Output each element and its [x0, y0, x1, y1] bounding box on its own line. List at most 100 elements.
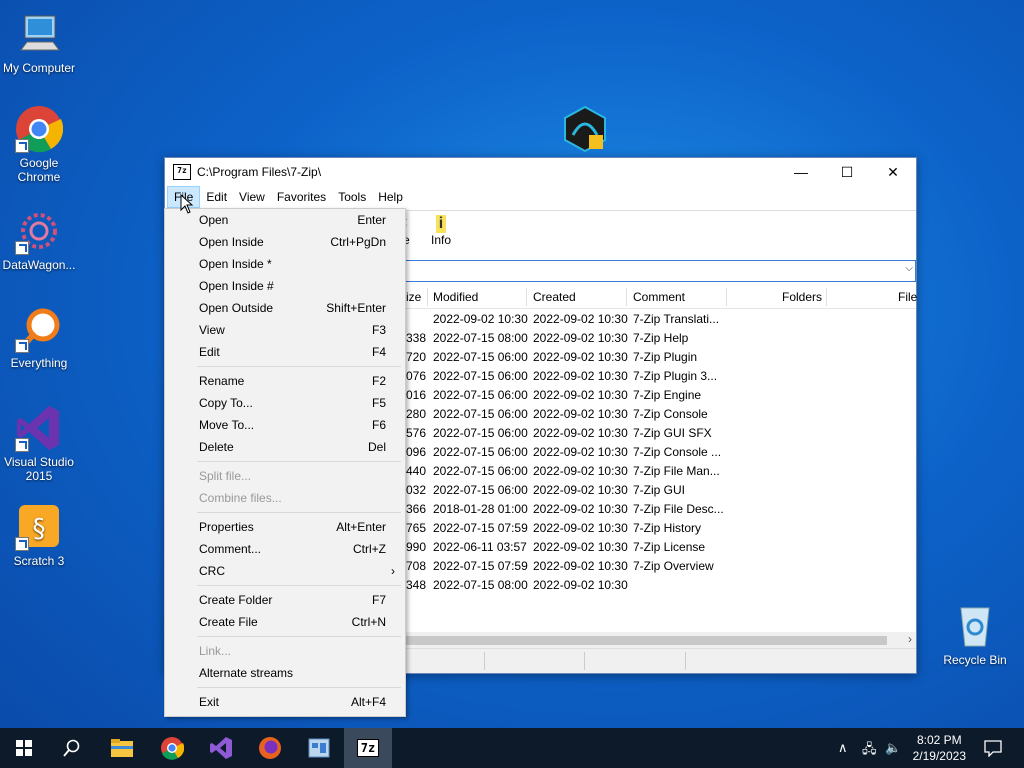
taskbar-chrome[interactable] — [148, 728, 196, 768]
menu-item-label: Properties — [199, 520, 254, 534]
clock-time: 8:02 PM — [916, 733, 962, 747]
minimize-button[interactable]: — — [778, 158, 824, 186]
menu-item-comment[interactable]: Comment... Ctrl+Z — [165, 538, 405, 560]
cell-created: 2022-09-02 10:30 — [533, 369, 628, 383]
datawagon-icon — [15, 207, 63, 255]
column-modified[interactable]: Modified — [433, 290, 478, 304]
cell-created: 2022-09-02 10:30 — [533, 521, 628, 535]
cell-modified: 2022-06-11 03:57 — [433, 540, 527, 554]
menu-tools[interactable]: Tools — [332, 187, 372, 207]
menu-item-link: Link... — [165, 640, 405, 662]
info-button[interactable]: i Info — [431, 215, 451, 247]
menu-view[interactable]: View — [233, 187, 271, 207]
chevron-down-icon[interactable]: ⌵ — [905, 263, 913, 274]
cell-size: 338 — [406, 331, 427, 345]
menu-item-label: CRC — [199, 564, 225, 578]
menu-item-crc[interactable]: CRC › — [165, 560, 405, 582]
menu-item-open[interactable]: Open Enter — [165, 209, 405, 231]
cell-created: 2022-09-02 10:30 — [533, 331, 628, 345]
column-folders[interactable]: Folders — [782, 290, 822, 304]
menu-item-open-inside[interactable]: Open Inside * — [165, 253, 405, 275]
menu-item-alternate-streams[interactable]: Alternate streams — [165, 662, 405, 684]
menu-item-edit[interactable]: Edit F4 — [165, 341, 405, 363]
menu-item-label: Combine files... — [199, 491, 282, 505]
menu-item-create-folder[interactable]: Create Folder F7 — [165, 589, 405, 611]
notification-button[interactable] — [984, 739, 1002, 760]
desktop-icon-recycle-bin[interactable]: Recycle Bin — [937, 602, 1013, 667]
network-icon[interactable]: 🖧 — [862, 740, 877, 762]
menu-item-open-inside[interactable]: Open Inside Ctrl+PgDn — [165, 231, 405, 253]
cell-comment: 7-Zip Plugin 3... — [633, 369, 718, 383]
cell-modified: 2022-07-15 06:00 — [433, 350, 528, 364]
cell-comment: 7-Zip Translati... — [633, 312, 720, 326]
cell-modified: 2022-07-15 06:00 — [433, 369, 528, 383]
cell-size: 280 — [406, 407, 427, 421]
column-files[interactable]: File — [898, 290, 917, 304]
clock[interactable]: 8:02 PM 2/19/2023 — [913, 732, 966, 764]
menu-item-open-outside[interactable]: Open Outside Shift+Enter — [165, 297, 405, 319]
menu-item-view[interactable]: View F3 — [165, 319, 405, 341]
visual-studio-icon — [210, 737, 232, 759]
recycle-bin-icon — [951, 602, 999, 650]
firefox-icon — [259, 737, 281, 759]
computer-icon — [15, 10, 63, 58]
menu-item-move-to[interactable]: Move To... F6 — [165, 414, 405, 436]
menu-item-shortcut: Ctrl+Z — [353, 542, 386, 556]
visual-studio-icon — [15, 404, 63, 452]
menu-item-label: Open Inside * — [199, 257, 272, 271]
menu-item-copy-to[interactable]: Copy To... F5 — [165, 392, 405, 414]
search-button[interactable] — [48, 728, 96, 768]
cell-created: 2022-09-02 10:30 — [533, 407, 628, 421]
menu-help[interactable]: Help — [372, 187, 409, 207]
cell-created: 2022-09-02 10:30 — [533, 559, 628, 573]
taskbar-app[interactable] — [295, 728, 343, 768]
chevron-right-icon[interactable]: › — [908, 632, 912, 646]
close-button[interactable]: ✕ — [870, 158, 916, 186]
column-size[interactable]: ize — [406, 290, 421, 304]
desktop-icon-chrome[interactable]: Google Chrome — [1, 105, 77, 184]
menu-item-rename[interactable]: Rename F2 — [165, 370, 405, 392]
title-bar[interactable]: 7z C:\Program Files\7-Zip\ — ☐ ✕ — [165, 158, 916, 186]
desktop-icon-datawagon[interactable]: DataWagon... — [1, 207, 77, 272]
taskbar-visual-studio[interactable] — [197, 728, 245, 768]
desktop-icon-label: Google Chrome — [17, 156, 61, 184]
desktop-icon-visual-studio[interactable]: Visual Studio 2015 — [1, 404, 77, 483]
menu-separator — [165, 582, 405, 589]
taskbar-file-explorer[interactable] — [98, 728, 146, 768]
column-created[interactable]: Created — [533, 290, 576, 304]
menu-favorites[interactable]: Favorites — [271, 187, 332, 207]
menu-item-shortcut: Shift+Enter — [326, 301, 386, 315]
taskbar-firefox[interactable] — [246, 728, 294, 768]
desktop-icon-scratch[interactable]: § Scratch 3 — [1, 503, 77, 568]
menu-item-create-file[interactable]: Create File Ctrl+N — [165, 611, 405, 633]
volume-icon[interactable]: 🔈 — [885, 740, 901, 756]
taskbar: 7z ∧ 🖧 🔈 8:02 PM 2/19/2023 — [0, 728, 1024, 768]
taskbar-7zip[interactable]: 7z — [344, 728, 392, 768]
column-comment[interactable]: Comment — [633, 290, 685, 304]
menu-separator — [165, 363, 405, 370]
desktop-icon-my-computer[interactable]: My Computer — [1, 10, 77, 75]
cell-size: 765 — [406, 521, 427, 535]
menu-item-exit[interactable]: Exit Alt+F4 — [165, 691, 405, 713]
desktop-icon-everything[interactable]: Everything — [1, 305, 77, 370]
menu-item-open-inside[interactable]: Open Inside # — [165, 275, 405, 297]
start-button[interactable] — [0, 728, 48, 768]
windows-icon — [16, 740, 32, 756]
menu-edit[interactable]: Edit — [200, 187, 233, 207]
menu-item-shortcut: Ctrl+N — [351, 615, 386, 629]
cell-size: 016 — [406, 388, 427, 402]
chevron-up-icon[interactable]: ∧ — [838, 740, 848, 756]
menu-separator — [165, 458, 405, 465]
cell-created: 2022-09-02 10:30 — [533, 312, 628, 326]
cell-comment: 7-Zip History — [633, 521, 702, 535]
menu-item-shortcut: F5 — [371, 396, 386, 410]
nox-logo-icon[interactable] — [563, 105, 607, 153]
maximize-button[interactable]: ☐ — [824, 158, 870, 186]
menu-item-properties[interactable]: Properties Alt+Enter — [165, 516, 405, 538]
menu-item-delete[interactable]: Delete Del — [165, 436, 405, 458]
file-menu-dropdown: Open Enter Open Inside Ctrl+PgDn Open Inside… — [164, 208, 406, 717]
desktop-icon-label: Recycle Bin — [943, 653, 1007, 667]
notification-icon — [984, 740, 1002, 758]
cell-created: 2022-09-02 10:30 — [533, 388, 628, 402]
menu-separator — [165, 684, 405, 691]
